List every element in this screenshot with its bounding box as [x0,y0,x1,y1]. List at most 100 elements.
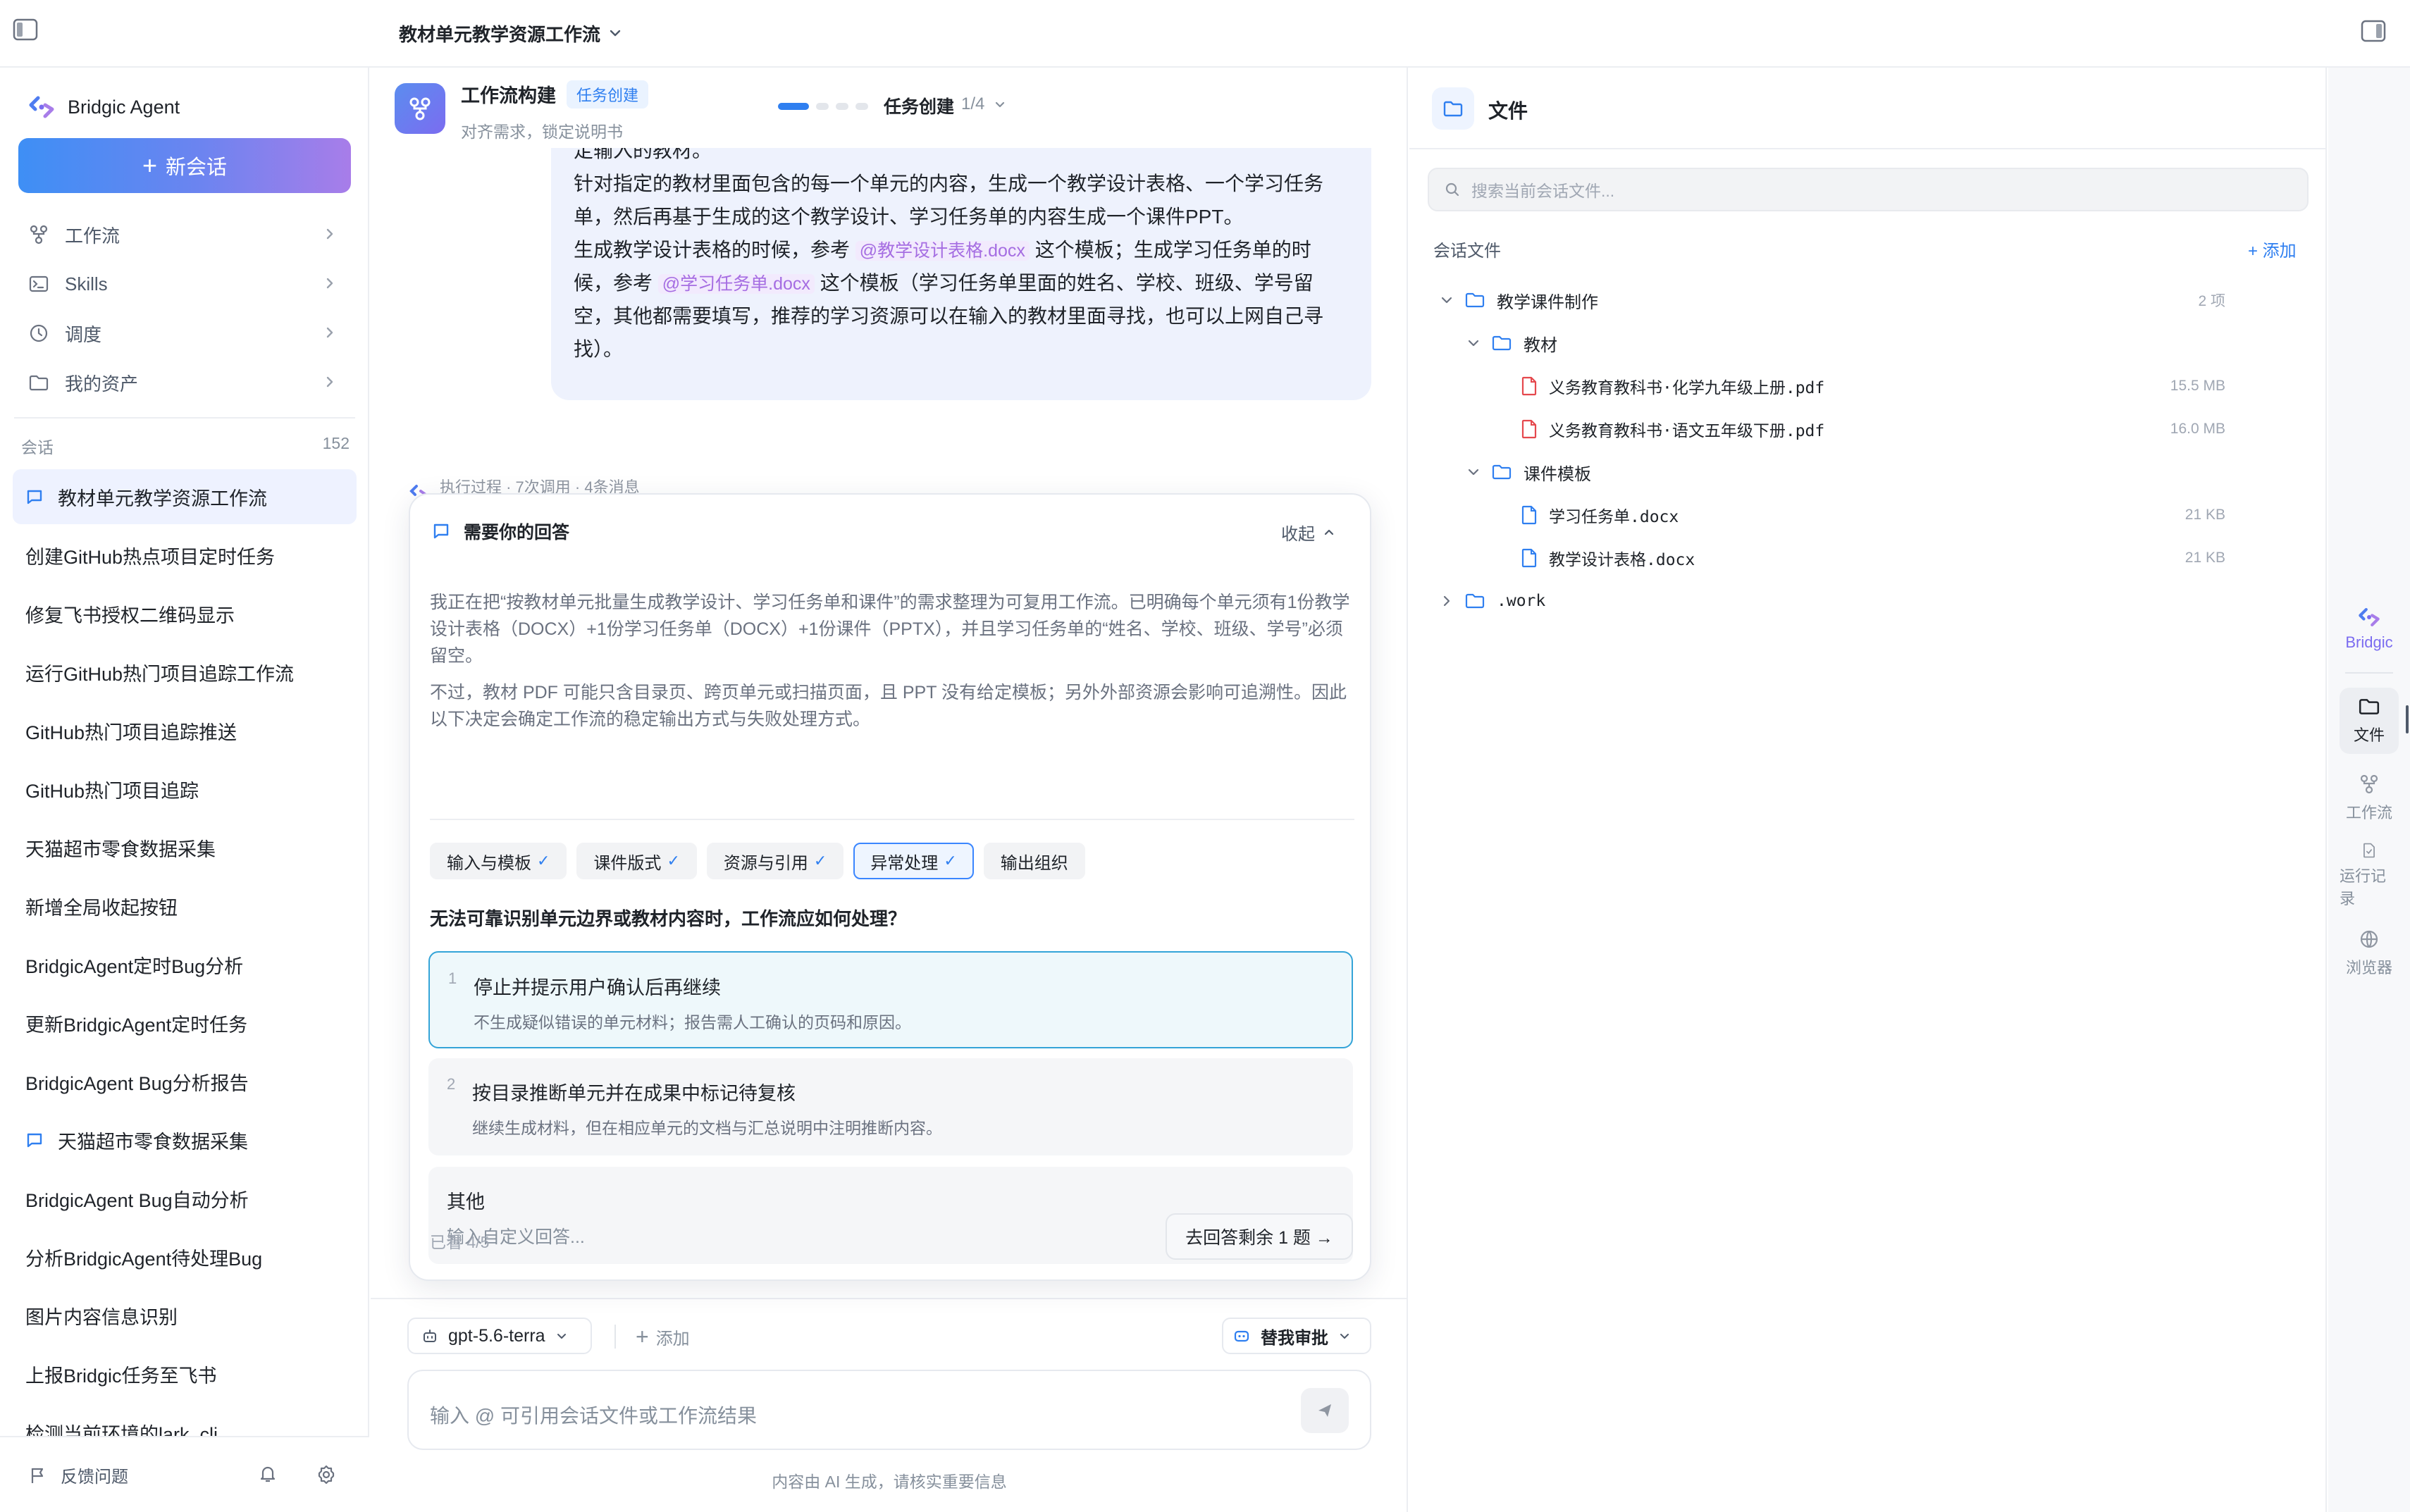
add-file-button[interactable]: + 添加 [2248,237,2297,261]
tree-item-name: 义务教育教科书·化学九年级上册.pdf [1549,379,1825,397]
new-chat-button[interactable]: + 新会话 [18,138,351,193]
session-item[interactable]: GitHub热门项目追踪 [13,762,357,817]
session-label: GitHub热门项目追踪 [25,780,199,802]
conversation-title[interactable]: 教材单元教学资源工作流 [399,0,623,66]
session-item[interactable]: 图片内容信息识别 [13,1288,357,1343]
session-item[interactable]: 更新BridgicAgent定时任务 [13,996,357,1051]
active-indicator [2406,705,2409,733]
brand-name: Bridgic Agent [68,96,180,118]
sidebar-item-workflow[interactable]: 工作流 [18,213,351,256]
sidebar-item-assets[interactable]: 我的资产 [18,361,351,404]
top-bar: 教材单元教学资源工作流 [0,0,2410,68]
session-item[interactable]: 创建GitHub热点项目定时任务 [13,528,357,583]
file-mention[interactable]: @教学设计表格.docx [855,241,1030,261]
tree-item-meta: 21 KB [2185,550,2225,566]
workflow-step-name[interactable]: 任务创建 [884,93,954,118]
sidebar-item-schedule[interactable]: 调度 [18,311,351,355]
rail-item-label: 文件 [2353,726,2385,744]
session-label: BridgicAgent Bug自动分析 [25,1189,249,1211]
session-item[interactable]: 教材单元教学资源工作流 [13,469,357,524]
session-item[interactable]: 运行GitHub热门项目追踪工作流 [13,645,357,700]
tab-label: 输出组织 [1000,853,1068,873]
session-item[interactable]: 修复飞书授权二维码显示 [13,586,357,641]
session-item[interactable]: GitHub热门项目追踪推送 [13,703,357,758]
tree-folder[interactable]: 课件模板 [1409,452,2327,492]
tab-resources[interactable]: 资源与引用 ✓ [706,843,844,879]
chevron-down-icon [1441,297,1452,304]
file-mention[interactable]: @学习任务单.docx [657,274,815,294]
question-intro: 不过，教材 PDF 可能只含目录页、跨页单元或扫描页面，且 PPT 没有给定模板… [430,683,1347,729]
folder-icon [1465,593,1485,609]
tab-label: 输入与模板 [447,853,531,873]
tree-file[interactable]: 义务教育教科书·化学九年级上册.pdf 15.5 MB [1409,366,2327,406]
session-item[interactable]: 新增全局收起按钮 [13,879,357,934]
session-item[interactable]: 天猫超市零食数据采集 [13,1113,357,1167]
rail-item-files[interactable]: 文件 [2340,688,2399,754]
tab-input-template[interactable]: 输入与模板 ✓ [430,843,567,879]
rail-item-browser[interactable]: 浏览器 [2340,920,2399,986]
session-item[interactable]: 上报Bridgic任务至飞书 [13,1346,357,1401]
folder-icon [1432,87,1474,130]
tree-file[interactable]: 义务教育教科书·语文五年级下册.pdf 16.0 MB [1409,409,2327,449]
check-icon: ✓ [944,852,957,869]
sidebar-item-skills[interactable]: Skills [18,262,351,306]
session-label: 分析BridgicAgent待处理Bug [25,1248,263,1270]
divider [430,819,1354,820]
pdf-file-icon [1521,419,1537,439]
answer-option[interactable]: 1 停止并提示用户确认后再继续 不生成疑似错误的单元材料；报告需人工确认的页码和… [428,951,1353,1048]
chevron-right-icon [326,376,333,388]
composer-divider [371,1298,1407,1299]
tree-folder[interactable]: .work [1409,581,2327,621]
message-input[interactable]: 输入 @ 可引用会话文件或工作流结果 [407,1370,1371,1450]
add-attachment-button[interactable]: + 添加 [636,1320,690,1353]
tree-file[interactable]: 学习任务单.docx 21 KB [1409,495,2327,535]
rail-item-workflow[interactable]: 工作流 [2340,765,2399,831]
send-button[interactable] [1301,1388,1349,1433]
chevron-right-icon [1443,595,1450,607]
tab-courseware-layout[interactable]: 课件版式 ✓ [576,843,697,879]
sidebar-toggle-icon[interactable] [13,18,38,41]
session-label: 创建GitHub热点项目定时任务 [25,546,276,568]
option-title: 按目录推断单元并在成果中标记待复核 [472,1083,796,1104]
feedback-button[interactable]: 反馈问题 [28,1463,128,1487]
rail-item-bridgic[interactable]: Bridgic [2340,596,2399,662]
sidebar-divider [14,417,355,419]
files-section-label: 会话文件 [1433,242,1501,261]
gear-icon[interactable] [316,1464,337,1485]
rail-item-run-history[interactable]: 运行记录 [2340,843,2399,909]
chevron-up-icon [1324,529,1334,535]
workflow-step-selector[interactable]: 1/4 [961,94,1007,114]
bell-icon[interactable] [258,1464,278,1484]
session-item[interactable]: BridgicAgent Bug分析报告 [13,1054,357,1109]
tree-file[interactable]: 教学设计表格.docx 21 KB [1409,538,2327,578]
message-line: 空，其他都需要填写，推荐的学习资源可以在输入的教材里面寻找，也可以上网自己寻 [574,305,1324,327]
brand[interactable]: Bridgic Agent [28,92,180,123]
panel-toggle-icon[interactable] [2361,20,2386,42]
ai-disclaimer: 内容由 AI 生成，请核实重要信息 [772,1473,1007,1491]
session-item[interactable]: 分析BridgicAgent待处理Bug [13,1229,357,1284]
tab-exception-handling[interactable]: 异常处理 ✓ [853,843,974,879]
session-item[interactable]: 天猫超市零食数据采集 [13,820,357,875]
check-icon: ✓ [667,852,680,869]
model-selector[interactable]: gpt-5.6-terra [407,1318,592,1354]
tree-folder[interactable]: 教材 [1409,323,2327,363]
tree-item-name: 教学课件制作 [1497,292,1598,312]
files-header: 文件 [1409,68,2327,149]
session-item[interactable]: BridgicAgent定时Bug分析 [13,937,357,992]
tree-folder[interactable]: 教学课件制作 2 项 [1409,280,2327,320]
folder-icon [1492,464,1512,480]
approval-mode-selector[interactable]: 替我审批 [1222,1318,1371,1354]
answer-option[interactable]: 2 按目录推断单元并在成果中标记待复核 继续生成材料，但在相应单元的文档与汇总说… [428,1058,1353,1155]
sessions-count: 152 [322,434,350,452]
tab-output-organization[interactable]: 输出组织 [983,843,1085,879]
answer-remaining-button[interactable]: 去回答剩余 1 题 → [1166,1213,1353,1260]
file-search-input[interactable]: 搜索当前会话文件... [1428,168,2309,211]
search-icon [1445,182,1459,197]
collapse-button[interactable]: 收起 [1281,520,1336,545]
sidebar-item-label: 调度 [65,323,102,345]
pdf-file-icon [1521,376,1537,396]
session-item[interactable]: BridgicAgent Bug自动分析 [13,1171,357,1226]
sessions-label: 会话 [21,438,54,457]
session-label: BridgicAgent Bug分析报告 [25,1072,249,1094]
progress-segment [778,103,809,110]
